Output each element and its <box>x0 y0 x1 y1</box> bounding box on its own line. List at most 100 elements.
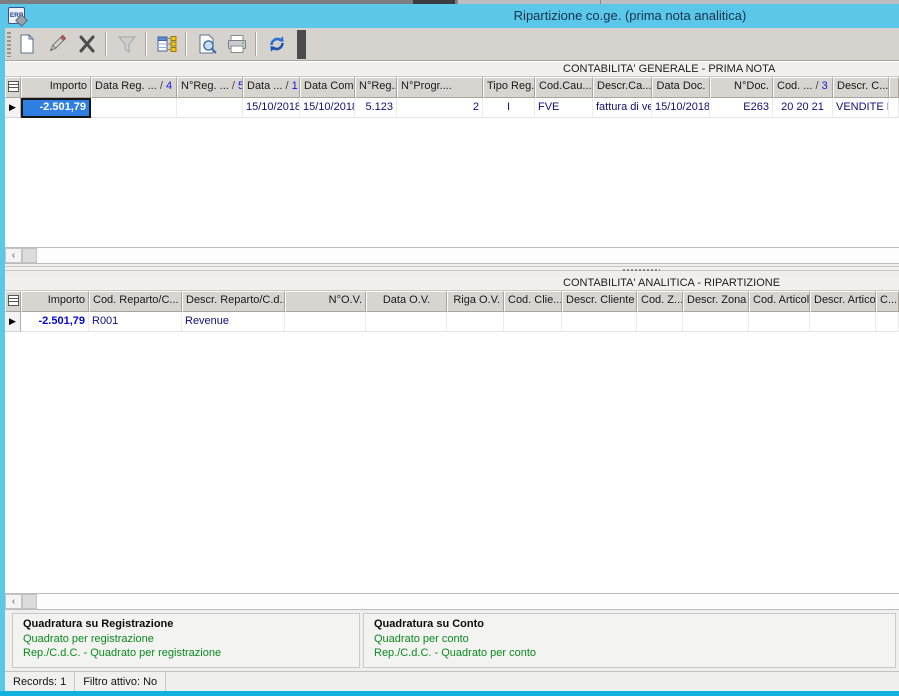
column-header-label: Cod. Reparto/C... <box>93 294 179 306</box>
cell-9[interactable]: FVE <box>535 98 593 118</box>
cell-7[interactable] <box>504 312 562 332</box>
select-all-header[interactable] <box>5 77 21 98</box>
column-header-5[interactable]: Data Comp. <box>300 77 355 98</box>
column-header-label: Riga O.V. <box>453 294 500 306</box>
grid-analytic-hscrollbar[interactable]: ‹ <box>5 593 899 610</box>
column-header-10[interactable]: Descr.Ca... <box>593 77 652 98</box>
column-header-label: Data O.V. <box>383 294 430 306</box>
cell-12[interactable]: E263 <box>710 98 773 118</box>
grid-analytic-group-title: CONTABILITA' ANALITICA - RIPARTIZIONE <box>563 277 780 289</box>
column-header-8[interactable]: Descr. Cliente <box>562 291 637 312</box>
column-header-label: Data ... <box>247 80 282 92</box>
grid-analytic-selected-row[interactable]: ▶-2.501,79R001Revenue <box>5 312 899 332</box>
scroll-left-arrow[interactable]: ‹ <box>5 594 22 609</box>
column-header-2[interactable]: Cod. Reparto/C... <box>89 291 182 312</box>
cell-7[interactable]: 2 <box>397 98 483 118</box>
sort-separator: / <box>812 80 821 92</box>
grid-analytic-header-row: Importo Cod. Reparto/C...Descr. Reparto/C… <box>5 291 899 312</box>
column-header-9[interactable]: Cod. Z... <box>637 291 683 312</box>
sort-order-indicator: 3 <box>822 80 828 92</box>
cell-6[interactable] <box>447 312 504 332</box>
column-header-label: Data Comp. <box>304 80 355 92</box>
distribution-grid-button[interactable] <box>153 30 181 58</box>
column-header-7[interactable]: Cod. Clie... <box>504 291 562 312</box>
cell-1[interactable]: -2.501,79 <box>21 312 89 332</box>
column-header-1[interactable]: Importo <box>21 77 91 98</box>
title-bar[interactable]: ERP Ripartizione co.ge. (prima nota anal… <box>0 4 899 28</box>
splitter-grip-dots[interactable] <box>622 268 660 272</box>
cell-6[interactable]: 5.123 <box>355 98 397 118</box>
cell-11[interactable] <box>749 312 810 332</box>
column-header-4[interactable]: Data ... / 1 <box>243 77 300 98</box>
column-header-3[interactable]: Descr. Reparto/C.d... <box>182 291 285 312</box>
column-header-label: Descr. Articolo <box>814 294 876 306</box>
column-header-label: Descr. C... <box>837 80 888 92</box>
cell-4[interactable] <box>285 312 366 332</box>
cell-13[interactable] <box>876 312 899 332</box>
cell-2[interactable]: R001 <box>89 312 182 332</box>
cell-4[interactable]: 15/10/2018 <box>243 98 300 118</box>
docked-panel-handle[interactable] <box>297 30 306 59</box>
column-header-9[interactable]: Cod.Cau... <box>535 77 593 98</box>
print-preview-button[interactable] <box>193 30 221 58</box>
cell-8[interactable]: I <box>483 98 535 118</box>
cell-5[interactable]: 15/10/2018 <box>300 98 355 118</box>
cell-3[interactable]: Revenue <box>182 312 285 332</box>
column-header-10[interactable]: Descr. Zona <box>683 291 749 312</box>
cell-9[interactable] <box>637 312 683 332</box>
column-header-label: N°Reg... <box>359 80 397 92</box>
filter-button[interactable] <box>113 30 141 58</box>
delete-record-button[interactable] <box>73 30 101 58</box>
cell-11[interactable]: 15/10/2018 <box>652 98 710 118</box>
column-header-1[interactable]: Importo <box>21 291 89 312</box>
toolbar-grip-handle[interactable] <box>7 32 11 57</box>
grid-splitter[interactable] <box>5 264 899 277</box>
column-header-label: N°Reg. ... <box>181 80 229 92</box>
cell-12[interactable] <box>810 312 876 332</box>
column-header-label: Importo <box>50 80 87 92</box>
scroll-thumb[interactable] <box>22 248 37 263</box>
cell-10[interactable]: fattura di ver <box>593 98 652 118</box>
cell-3[interactable] <box>177 98 243 118</box>
column-header-11[interactable]: Data Doc. <box>652 77 710 98</box>
column-header-13[interactable]: C... <box>876 291 899 312</box>
column-header-6[interactable]: Riga O.V. <box>447 291 504 312</box>
window-title: Ripartizione co.ge. (prima nota analitic… <box>514 4 747 28</box>
select-all-header[interactable] <box>5 291 21 312</box>
column-header-2[interactable]: Data Reg. ... / 4 <box>91 77 177 98</box>
column-header-3[interactable]: N°Reg. ... / 5 <box>177 77 243 98</box>
edit-pencil-icon <box>46 33 68 55</box>
new-record-button[interactable] <box>13 30 41 58</box>
grid-general-selected-row[interactable]: ▶-2.501,7915/10/201815/10/20185.1232IFVE… <box>5 98 899 118</box>
current-row-indicator: ▶ <box>5 98 21 118</box>
scroll-left-arrow[interactable]: ‹ <box>5 248 22 263</box>
cell-8[interactable] <box>562 312 637 332</box>
column-header-label: Descr. Cliente <box>566 294 634 306</box>
refresh-button[interactable] <box>263 30 291 58</box>
select-all-icon <box>8 81 19 92</box>
column-header-4[interactable]: N°O.V. <box>285 291 366 312</box>
sort-separator: / <box>157 80 166 92</box>
cell-2[interactable] <box>91 98 177 118</box>
scroll-thumb[interactable] <box>22 594 37 609</box>
column-header-12[interactable]: N°Doc. <box>710 77 773 98</box>
sort-order-indicator: 4 <box>166 80 172 92</box>
cell-13[interactable]: 20 20 21 <box>773 98 833 118</box>
edit-record-button[interactable] <box>43 30 71 58</box>
cell-14[interactable]: VENDITE PRO <box>833 98 889 118</box>
column-header-12[interactable]: Descr. Articolo <box>810 291 876 312</box>
column-header-filler <box>889 77 899 98</box>
selected-cell-importo[interactable]: -2.501,79 <box>21 98 91 118</box>
print-button[interactable] <box>223 30 251 58</box>
cell-10[interactable] <box>683 312 749 332</box>
column-header-label: N°O.V. <box>329 294 362 306</box>
grid-general-hscrollbar[interactable]: ‹ <box>5 247 899 264</box>
column-header-14[interactable]: Descr. C... <box>833 77 889 98</box>
column-header-8[interactable]: Tipo Reg. <box>483 77 535 98</box>
column-header-11[interactable]: Cod. Articolo <box>749 291 810 312</box>
cell-5[interactable] <box>366 312 447 332</box>
column-header-5[interactable]: Data O.V. <box>366 291 447 312</box>
column-header-13[interactable]: Cod. ... / 3 <box>773 77 833 98</box>
column-header-7[interactable]: N°Progr.... <box>397 77 483 98</box>
column-header-6[interactable]: N°Reg... / 2 <box>355 77 397 98</box>
